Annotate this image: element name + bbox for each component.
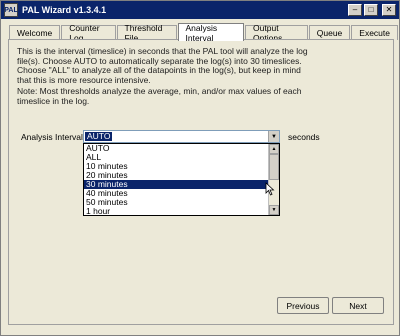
app-icon-text: PAL	[4, 6, 18, 14]
window-title: PAL Wizard v1.3.4.1	[22, 5, 107, 15]
tab-analysis-interval[interactable]: Analysis Interval	[177, 23, 245, 43]
maximize-icon[interactable]: □	[364, 4, 378, 16]
interval-description: This is the interval (timeslice) in seco…	[17, 46, 308, 85]
analysis-interval-combobox[interactable]: AUTO ▼	[83, 130, 280, 143]
next-button[interactable]: Next	[332, 297, 384, 314]
tab-output-options[interactable]: Output Options	[245, 23, 308, 43]
tab-strip: Welcome Counter Log Threshold File Analy…	[9, 23, 399, 43]
tab-execute[interactable]: Execute	[351, 25, 398, 40]
minimize-icon[interactable]: –	[348, 4, 362, 16]
tab-counter-log[interactable]: Counter Log	[61, 23, 116, 43]
dropdown-option-auto[interactable]: AUTO	[84, 144, 279, 153]
analysis-interval-label: Analysis Interval:	[21, 132, 86, 142]
dropdown-scrollbar[interactable]: ▲ ▼	[268, 144, 279, 215]
pal-wizard-window: PAL PAL Wizard v1.3.4.1 – □ ✕ Welcome Co…	[0, 0, 400, 336]
close-icon[interactable]: ✕	[382, 4, 396, 16]
tab-queue[interactable]: Queue	[308, 25, 351, 40]
scrollbar-thumb[interactable]	[269, 154, 279, 180]
analysis-interval-value: AUTO	[85, 131, 113, 141]
chevron-down-icon[interactable]: ▼	[268, 131, 279, 142]
tab-threshold-file[interactable]: Threshold File	[116, 23, 177, 43]
seconds-label: seconds	[288, 132, 320, 142]
dropdown-option-1-hour[interactable]: 1 hour	[84, 207, 279, 216]
title-bar[interactable]: PAL PAL Wizard v1.3.4.1 – □ ✕	[1, 1, 399, 19]
mouse-cursor-icon	[265, 182, 275, 196]
scroll-up-icon[interactable]: ▲	[269, 144, 279, 154]
tab-welcome[interactable]: Welcome	[9, 25, 61, 40]
interval-dropdown-list[interactable]: AUTO ALL 10 minutes 20 minutes 30 minute…	[83, 143, 280, 216]
dropdown-option-50-minutes[interactable]: 50 minutes	[84, 198, 279, 207]
scroll-down-icon[interactable]: ▼	[269, 205, 279, 215]
app-icon: PAL	[4, 3, 18, 17]
interval-note: Note: Most thresholds analyze the averag…	[17, 86, 302, 106]
previous-button[interactable]: Previous	[277, 297, 329, 314]
